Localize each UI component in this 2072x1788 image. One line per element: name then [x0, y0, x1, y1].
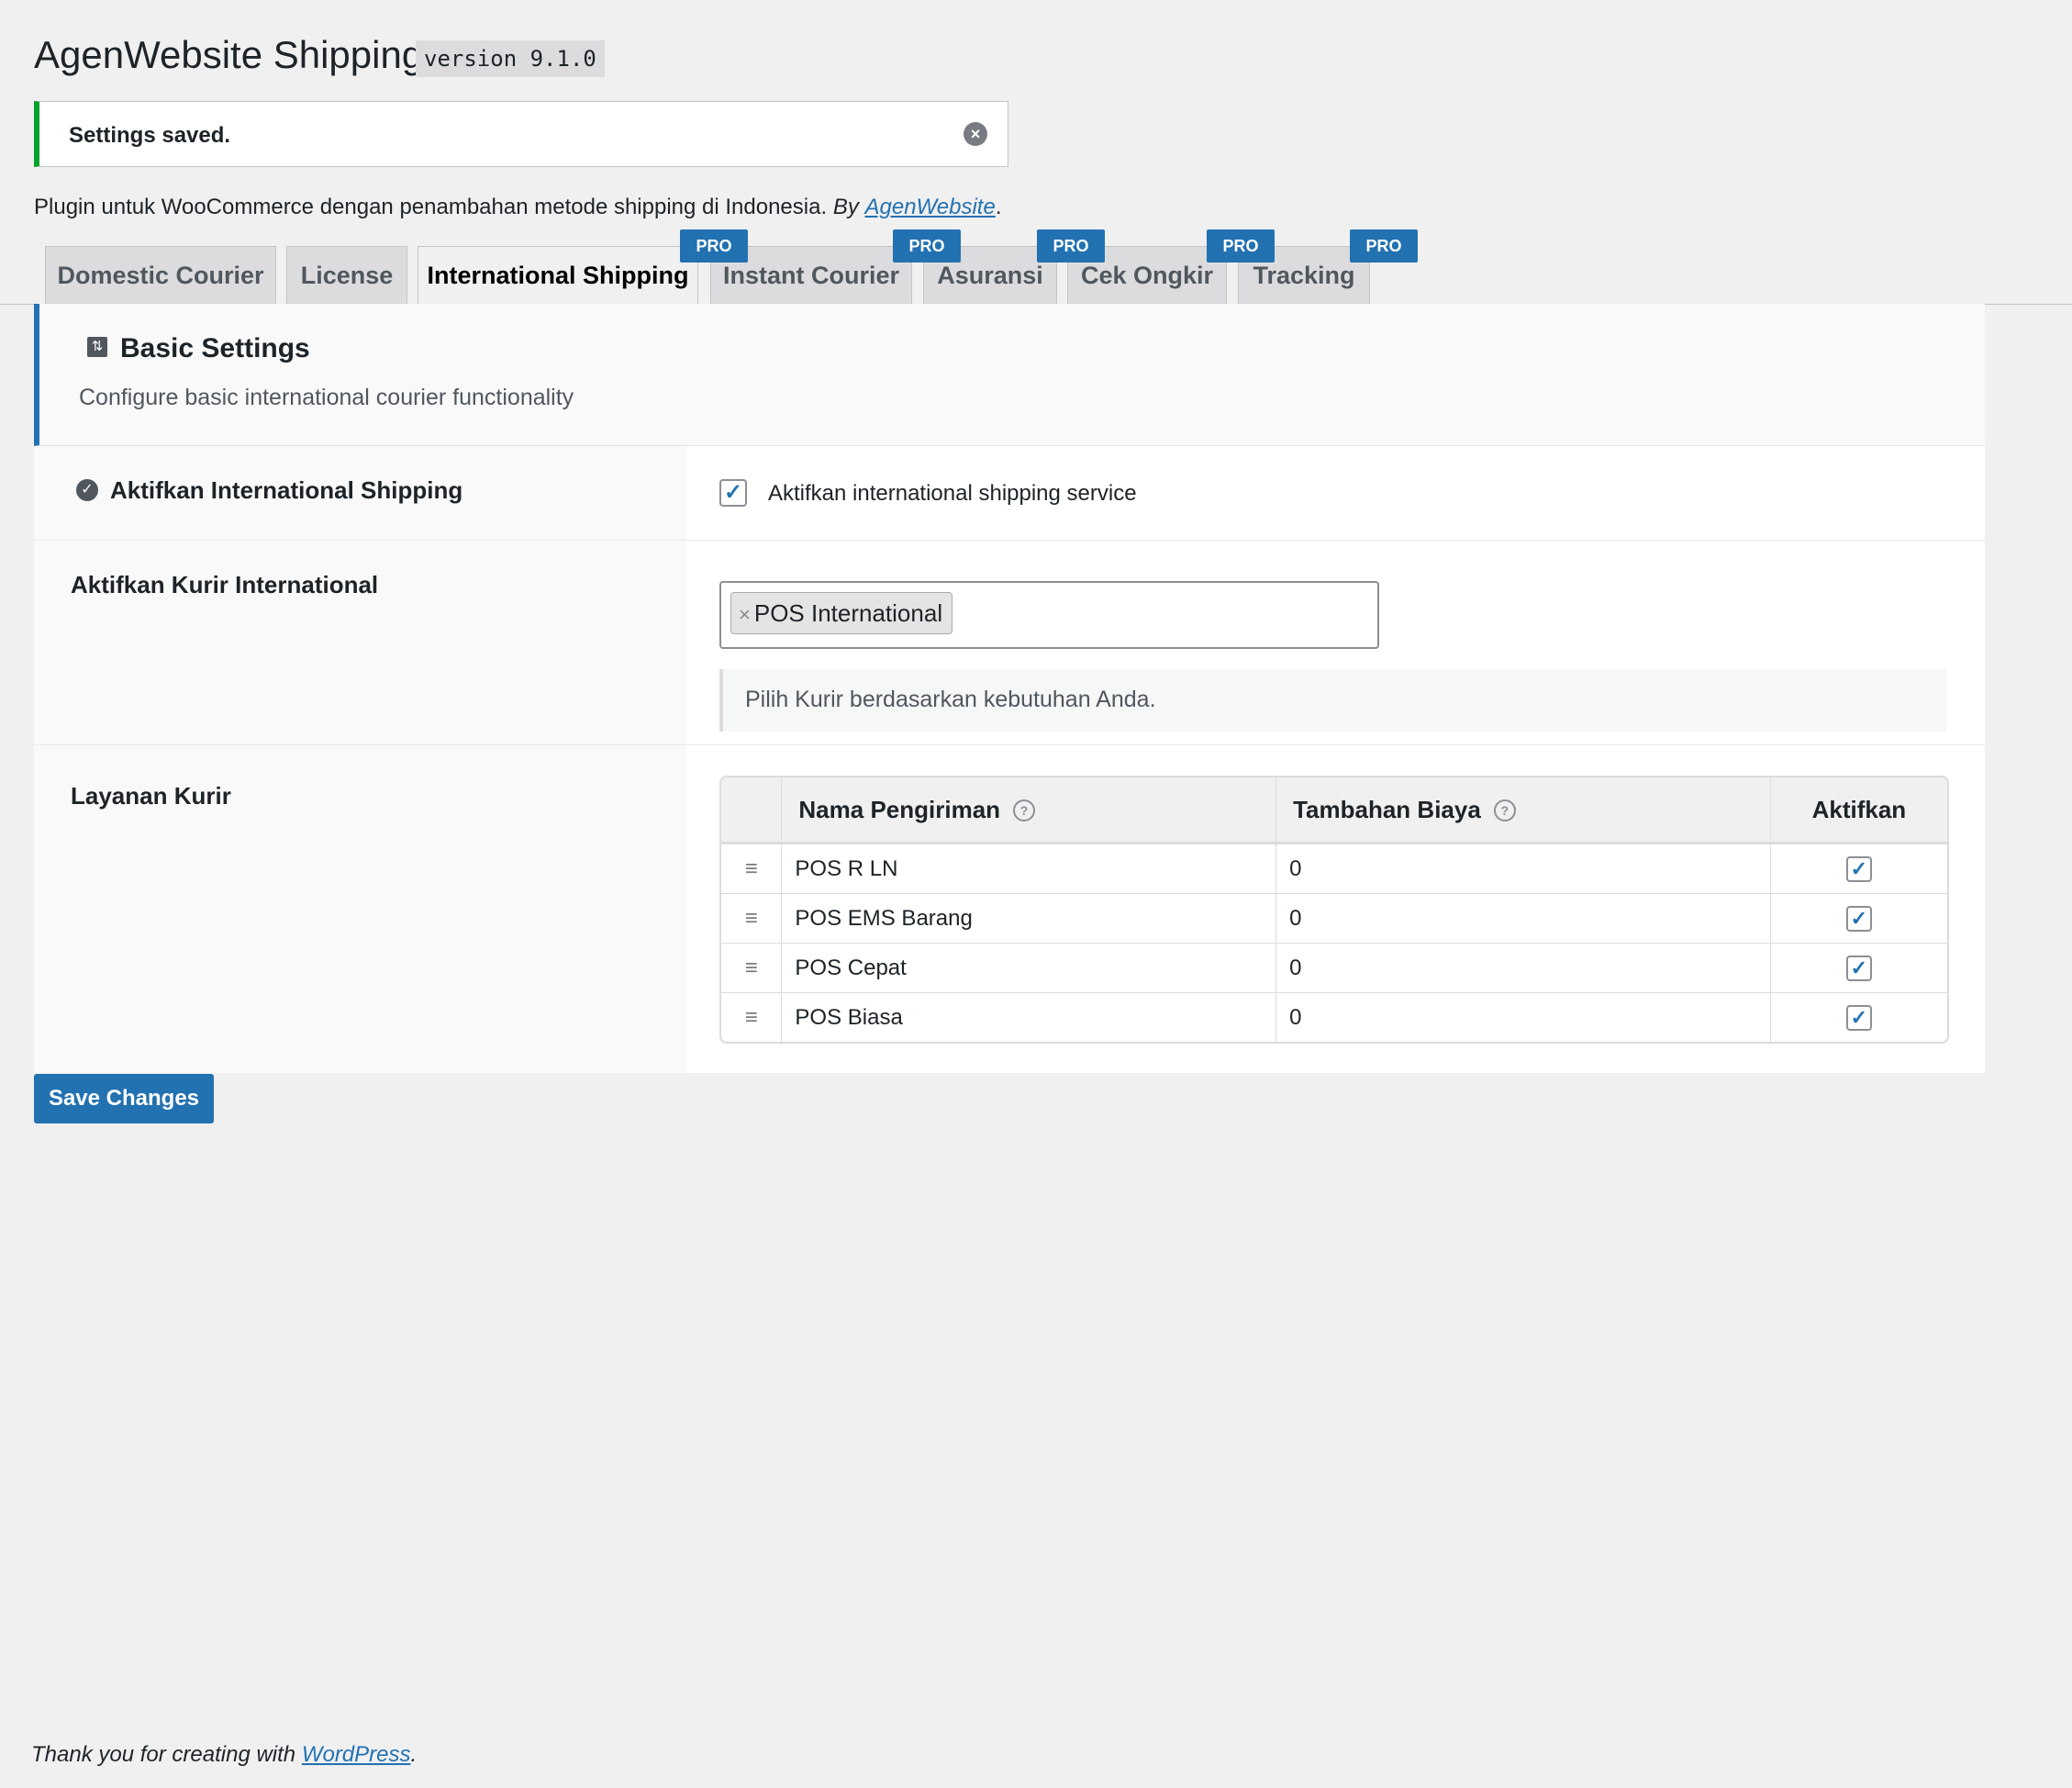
- service-fee[interactable]: 0: [1276, 893, 1770, 943]
- service-name: POS Cepat: [781, 943, 1276, 992]
- service-fee[interactable]: 0: [1276, 943, 1770, 992]
- help-icon[interactable]: ?: [1013, 799, 1036, 821]
- description-end: .: [995, 195, 1002, 219]
- section-title: Basic Settings: [120, 333, 310, 363]
- version-tag: version 9.1.0: [416, 40, 605, 77]
- service-fee[interactable]: 0: [1276, 992, 1770, 1042]
- table-row: ≡ POS EMS Barang 0 ✓: [721, 893, 1947, 943]
- basic-settings-header: ⇅ Basic Settings Configure basic interna…: [34, 304, 1985, 446]
- courier-hint: Pilih Kurir berdasarkan kebutuhan Anda.: [719, 669, 1946, 732]
- service-name: POS R LN: [781, 844, 1276, 893]
- courier-select-row: Aktifkan Kurir International × POS Intern…: [34, 541, 1985, 745]
- wordpress-link[interactable]: WordPress: [302, 1742, 411, 1767]
- settings-icon: ⇅: [87, 337, 107, 357]
- footer-text: Thank you for creating with: [31, 1742, 296, 1767]
- enable-international-checkbox[interactable]: ✓: [719, 479, 747, 507]
- section-subtitle: Configure basic international courier fu…: [79, 385, 574, 410]
- drag-handle-icon[interactable]: ≡: [721, 844, 782, 893]
- pro-badge: PRO: [893, 229, 961, 263]
- table-row: ≡ POS Cepat 0 ✓: [721, 943, 1947, 992]
- notice-text: Settings saved.: [69, 123, 231, 148]
- description-by: By: [832, 195, 859, 219]
- remove-chip-icon[interactable]: ×: [739, 603, 751, 626]
- settings-panel: ⇅ Basic Settings Configure basic interna…: [34, 304, 1985, 1073]
- drag-handle-icon[interactable]: ≡: [721, 992, 782, 1042]
- description-text: Plugin untuk WooCommerce dengan penambah…: [34, 195, 828, 219]
- enable-international-row: ✓ Aktifkan International Shipping ✓ Akti…: [34, 446, 1985, 541]
- table-row: ≡ POS R LN 0 ✓: [721, 844, 1947, 893]
- pro-badge: PRO: [1037, 229, 1105, 263]
- tab-license[interactable]: License: [286, 246, 407, 304]
- field-label: Aktifkan International Shipping: [110, 476, 463, 504]
- drag-handle-icon[interactable]: ≡: [721, 943, 782, 992]
- hint-text: Pilih Kurir berdasarkan kebutuhan Anda.: [745, 687, 1156, 712]
- service-name: POS EMS Barang: [781, 893, 1276, 943]
- help-icon[interactable]: ?: [1493, 799, 1516, 821]
- service-active-checkbox[interactable]: ✓: [1845, 855, 1872, 882]
- courier-multiselect[interactable]: × POS International: [719, 581, 1379, 649]
- service-active-checkbox[interactable]: ✓: [1845, 905, 1872, 932]
- chip-label: POS International: [753, 599, 943, 627]
- column-header-name: Nama Pengiriman?: [781, 777, 1276, 844]
- plugin-description: Plugin untuk WooCommerce dengan penambah…: [34, 195, 1001, 220]
- service-active-checkbox[interactable]: ✓: [1845, 955, 1872, 981]
- selected-courier-chip: × POS International: [730, 592, 953, 634]
- settings-saved-notice: Settings saved. ×: [34, 101, 1008, 167]
- courier-services-table: Nama Pengiriman? Tambahan Biaya? Aktifka…: [719, 776, 1949, 1044]
- dismiss-notice-icon[interactable]: ×: [964, 122, 987, 146]
- drag-column-header: [721, 777, 782, 844]
- column-header-active: Aktifkan: [1769, 777, 1947, 844]
- save-changes-button[interactable]: Save Changes: [34, 1074, 214, 1123]
- field-label: Aktifkan Kurir International: [71, 571, 379, 598]
- agenwebsite-link[interactable]: AgenWebsite: [865, 195, 996, 219]
- pro-badge: PRO: [1207, 229, 1275, 263]
- pro-badge: PRO: [1350, 229, 1418, 263]
- footer-end: .: [410, 1742, 418, 1767]
- service-name: POS Biasa: [781, 992, 1276, 1042]
- drag-handle-icon[interactable]: ≡: [721, 893, 782, 943]
- settings-tabs: Domestic Courier License International S…: [0, 246, 2072, 305]
- courier-services-row: Layanan Kurir Nama Pengiriman? Tambahan …: [34, 745, 1985, 1073]
- admin-footer: Thank you for creating with WordPress.: [31, 1742, 417, 1768]
- field-label: Layanan Kurir: [71, 782, 231, 810]
- pro-badge: PRO: [680, 229, 748, 263]
- check-circle-icon: ✓: [76, 479, 98, 501]
- tab-domestic-courier[interactable]: Domestic Courier: [45, 246, 276, 304]
- table-row: ≡ POS Biasa 0 ✓: [721, 992, 1947, 1042]
- checkbox-label: Aktifkan international shipping service: [768, 481, 1137, 506]
- service-active-checkbox[interactable]: ✓: [1845, 1004, 1872, 1031]
- service-fee[interactable]: 0: [1276, 844, 1770, 893]
- tab-international-shipping[interactable]: International Shipping: [418, 246, 698, 305]
- column-header-fee: Tambahan Biaya?: [1276, 777, 1770, 844]
- page-title: AgenWebsite Shipping: [34, 33, 424, 76]
